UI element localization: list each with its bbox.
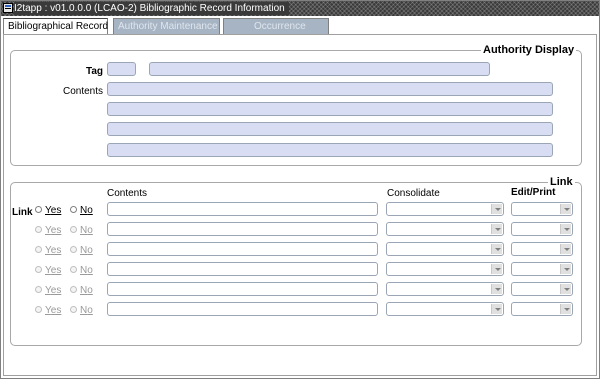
- link-contents-input[interactable]: [107, 302, 378, 316]
- link-yes-label: Yes: [45, 265, 62, 276]
- link-no-radio[interactable]: [70, 206, 77, 213]
- chevron-down-icon[interactable]: [491, 224, 502, 234]
- app-icon: [3, 3, 13, 13]
- chevron-down-icon[interactable]: [491, 304, 502, 314]
- chevron-down-icon[interactable]: [560, 204, 571, 214]
- chevron-down-icon[interactable]: [560, 304, 571, 314]
- link-no-radio[interactable]: [70, 266, 77, 273]
- link-no-label: No: [80, 225, 93, 236]
- link-yes-label: Yes: [45, 225, 62, 236]
- chevron-down-icon[interactable]: [560, 284, 571, 294]
- application-window: I2tapp : v01.0.0.0 (LCAO-2) Bibliographi…: [0, 0, 600, 379]
- link-yes-label: Yes: [45, 205, 62, 216]
- link-yes-label: Yes: [45, 245, 62, 256]
- link-contents-input[interactable]: [107, 222, 378, 236]
- link-no-radio[interactable]: [70, 246, 77, 253]
- consolidate-select[interactable]: [386, 262, 504, 276]
- contents-field-1[interactable]: [107, 82, 553, 96]
- consolidate-select[interactable]: [386, 242, 504, 256]
- link-contents-input[interactable]: [107, 262, 378, 276]
- link-yes-radio[interactable]: [35, 246, 42, 253]
- link-yes-radio[interactable]: [35, 226, 42, 233]
- link-yes-label: Yes: [45, 305, 62, 316]
- link-no-label: No: [80, 285, 93, 296]
- consolidate-select[interactable]: [386, 282, 504, 296]
- link-no-label: No: [80, 265, 93, 276]
- chevron-down-icon[interactable]: [560, 264, 571, 274]
- chevron-down-icon[interactable]: [560, 224, 571, 234]
- tab-strip: Bibliographical Record Authority Mainten…: [3, 18, 599, 35]
- link-no-label: No: [80, 305, 93, 316]
- authority-display-title: Authority Display: [481, 44, 577, 56]
- consolidate-select[interactable]: [386, 302, 504, 316]
- link-yes-label: Yes: [45, 285, 62, 296]
- consolidate-column-header: Consolidate: [387, 188, 440, 199]
- link-label: Link: [12, 207, 33, 218]
- edit-print-column-header: Edit/Print: [511, 187, 556, 198]
- edit-print-select[interactable]: [511, 242, 573, 256]
- contents-field-3[interactable]: [107, 122, 553, 136]
- chevron-down-icon[interactable]: [491, 284, 502, 294]
- window-title: I2tapp : v01.0.0.0 (LCAO-2) Bibliographi…: [14, 2, 289, 15]
- consolidate-select[interactable]: [386, 202, 504, 216]
- tab-content-panel: Authority Display Tag Contents Link Cont…: [3, 34, 597, 376]
- tab-bibliographical-record[interactable]: Bibliographical Record: [3, 18, 108, 35]
- edit-print-select[interactable]: [511, 302, 573, 316]
- link-contents-input[interactable]: [107, 282, 378, 296]
- link-yes-radio[interactable]: [35, 286, 42, 293]
- link-yes-radio[interactable]: [35, 266, 42, 273]
- consolidate-select[interactable]: [386, 222, 504, 236]
- edit-print-select[interactable]: [511, 262, 573, 276]
- contents-column-header: Contents: [107, 188, 148, 199]
- chevron-down-icon[interactable]: [560, 244, 571, 254]
- edit-print-select[interactable]: [511, 222, 573, 236]
- tag-description-field[interactable]: [149, 62, 490, 76]
- link-no-label: No: [80, 245, 93, 256]
- chevron-down-icon[interactable]: [491, 264, 502, 274]
- contents-label: Contents: [63, 86, 104, 97]
- tab-occurrence[interactable]: Occurrence: [223, 18, 329, 35]
- tab-authority-maintenance[interactable]: Authority Maintenance: [113, 18, 220, 35]
- contents-field-4[interactable]: [107, 143, 553, 157]
- edit-print-select[interactable]: [511, 282, 573, 296]
- chevron-down-icon[interactable]: [491, 204, 502, 214]
- contents-field-2[interactable]: [107, 102, 553, 116]
- link-no-radio[interactable]: [70, 286, 77, 293]
- chevron-down-icon[interactable]: [491, 244, 502, 254]
- tag-label: Tag: [86, 66, 104, 77]
- tag-field[interactable]: [107, 62, 136, 76]
- link-contents-input[interactable]: [107, 202, 378, 216]
- link-contents-input[interactable]: [107, 242, 378, 256]
- link-no-label: No: [80, 205, 93, 216]
- link-no-radio[interactable]: [70, 226, 77, 233]
- edit-print-select[interactable]: [511, 202, 573, 216]
- link-no-radio[interactable]: [70, 306, 77, 313]
- link-yes-radio[interactable]: [35, 206, 42, 213]
- link-yes-radio[interactable]: [35, 306, 42, 313]
- title-bar[interactable]: I2tapp : v01.0.0.0 (LCAO-2) Bibliographi…: [1, 1, 599, 16]
